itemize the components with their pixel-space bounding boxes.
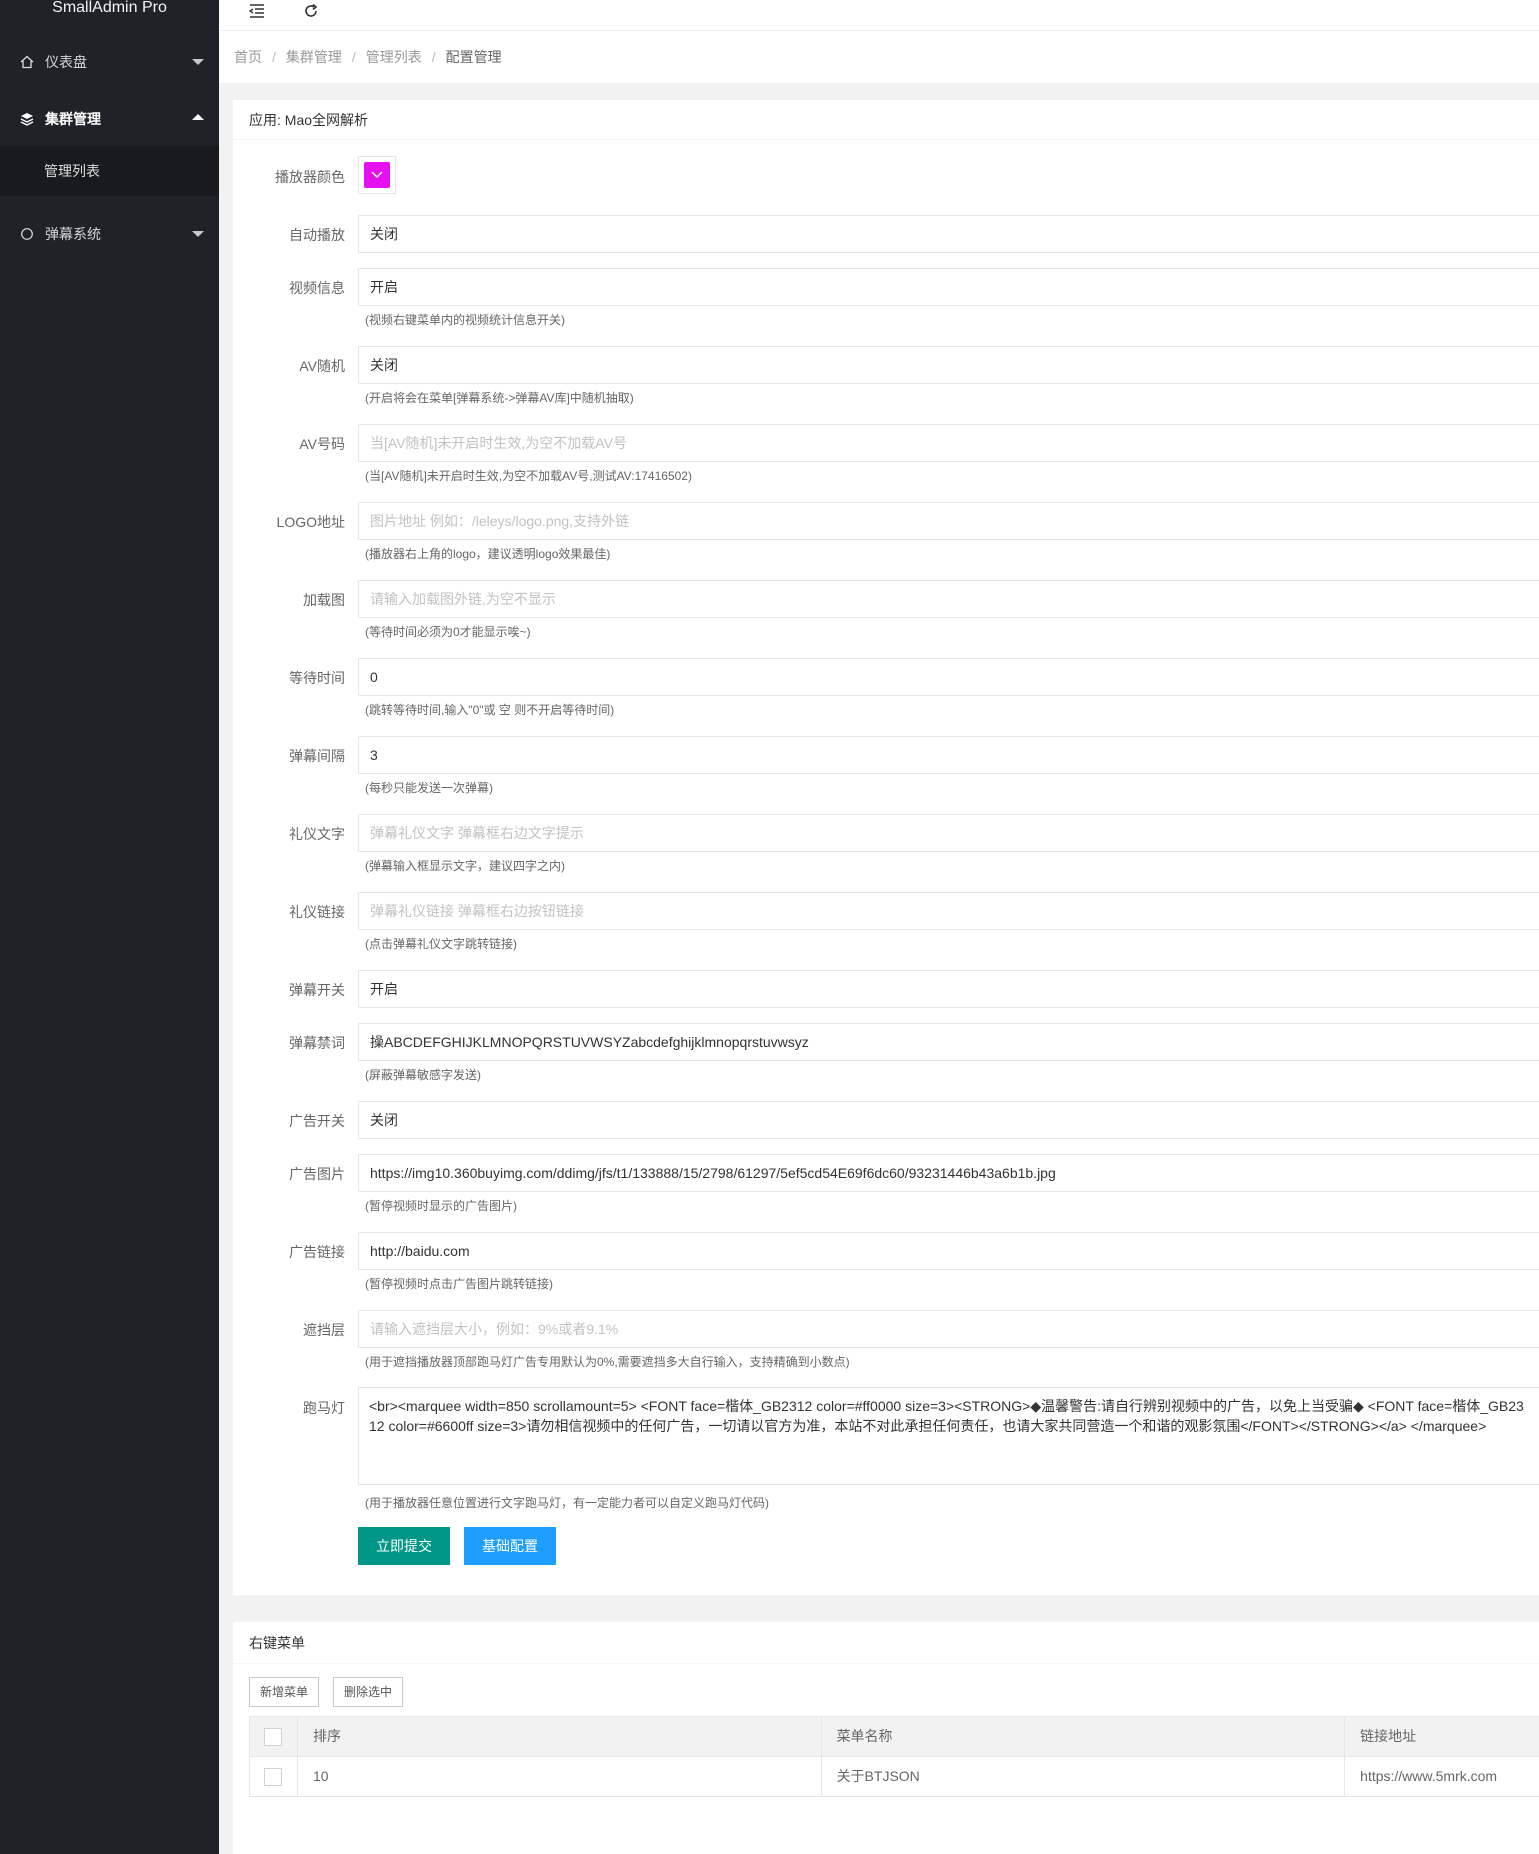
- gift-text-input[interactable]: [358, 814, 1539, 852]
- autoplay-select[interactable]: 关闭: [358, 215, 1539, 253]
- color-swatch: [364, 162, 390, 188]
- gift-text-label: 礼仪文字: [289, 826, 345, 842]
- gift-link-label: 礼仪链接: [289, 904, 345, 920]
- ad-link-tip: (暂停视频时点击广告图片跳转链接): [365, 1277, 553, 1291]
- video-info-label: 视频信息: [289, 280, 345, 296]
- loading-image-tip: (等待时间必须为0才能显示唉~): [365, 625, 531, 639]
- context-menu-title: 右键菜单: [233, 1622, 1539, 1664]
- table-row[interactable]: 10 关于BTJSON https://www.5mrk.com: [250, 1757, 1539, 1797]
- cell-url: https://www.5mrk.com: [1360, 1768, 1498, 1784]
- av-random-select[interactable]: 关闭: [358, 346, 1539, 384]
- sidebar-item-label: 集群管理: [45, 111, 101, 127]
- breadcrumb-home[interactable]: 首页: [234, 47, 262, 67]
- autoplay-label: 自动播放: [289, 227, 345, 243]
- breadcrumb-cluster[interactable]: 集群管理: [286, 47, 342, 67]
- chevron-down-icon: [371, 171, 383, 178]
- gift-link-tip: (点击弹幕礼仪文字跳转链接): [365, 937, 517, 951]
- danmaku-switch-label: 弹幕开关: [289, 982, 345, 998]
- sidebar: SmallAdmin Pro 仪表盘 集群管理 管理列表 弹幕系统: [0, 0, 219, 1854]
- danmaku-interval-label: 弹幕间隔: [289, 748, 345, 764]
- av-number-tip: (当[AV随机]未开启时生效,为空不加载AV号,测试AV:17416502): [365, 469, 692, 483]
- mask-input[interactable]: [358, 1310, 1539, 1348]
- av-random-label: AV随机: [299, 358, 345, 374]
- sidebar-item-label: 弹幕系统: [45, 226, 101, 242]
- gift-text-tip: (弹幕输入框显示文字，建议四字之内): [365, 859, 565, 873]
- color-picker[interactable]: [358, 156, 396, 194]
- breadcrumb-separator: /: [351, 49, 356, 65]
- breadcrumb-manage-list[interactable]: 管理列表: [366, 47, 422, 67]
- wait-time-tip: (跳转等待时间,输入"0"或 空 则不开启等待时间): [365, 703, 615, 717]
- sidebar-item-label: 仪表盘: [45, 54, 87, 70]
- danmaku-interval-input[interactable]: [358, 736, 1539, 774]
- context-menu-table: 排序 菜单名称 链接地址 10 关于BTJSON https://www.5mr…: [249, 1716, 1539, 1797]
- player-color-label: 播放器颜色: [275, 169, 345, 185]
- circle-icon: [19, 226, 35, 242]
- video-info-tip: (视频右键菜单内的视频统计信息开关): [365, 313, 565, 327]
- ad-switch-label: 广告开关: [289, 1113, 345, 1129]
- ad-link-label: 广告链接: [289, 1244, 345, 1260]
- sidebar-item-cluster[interactable]: 集群管理: [0, 92, 219, 146]
- danmaku-switch-select[interactable]: 开启: [358, 970, 1539, 1008]
- sidebar-subitem-manage-list[interactable]: 管理列表: [0, 146, 219, 196]
- ad-image-input[interactable]: [358, 1154, 1539, 1192]
- breadcrumb-current: 配置管理: [445, 49, 502, 65]
- breadcrumb-separator: /: [431, 49, 436, 65]
- danmaku-interval-tip: (每秒只能发送一次弹幕): [365, 781, 493, 795]
- chevron-down-icon: [192, 231, 204, 237]
- marquee-textarea[interactable]: <br><marquee width=850 scrollamount=5> <…: [358, 1387, 1539, 1485]
- breadcrumb-separator: /: [272, 49, 276, 65]
- table-header-row: 排序 菜单名称 链接地址: [250, 1717, 1539, 1757]
- banned-words-tip: (屏蔽弹幕敏感字发送): [365, 1068, 481, 1082]
- cell-order: 10: [298, 1757, 822, 1796]
- basic-config-button[interactable]: 基础配置: [464, 1527, 556, 1565]
- cell-name: 关于BTJSON: [822, 1757, 1346, 1796]
- ad-link-input[interactable]: [358, 1232, 1539, 1270]
- video-info-select[interactable]: 开启: [358, 268, 1539, 306]
- menu-fold-icon[interactable]: [247, 0, 267, 22]
- submit-button[interactable]: 立即提交: [358, 1527, 450, 1565]
- row-checkbox[interactable]: [264, 1767, 283, 1786]
- select-all-checkbox[interactable]: [264, 1727, 283, 1746]
- app-logo: SmallAdmin Pro: [52, 0, 167, 16]
- ad-image-tip: (暂停视频时显示的广告图片): [365, 1199, 517, 1213]
- banned-words-label: 弹幕禁词: [289, 1035, 345, 1051]
- marquee-tip: (用于播放器任意位置进行文字跑马灯，有一定能力者可以自定义跑马灯代码): [365, 1496, 769, 1510]
- av-number-input[interactable]: [358, 424, 1539, 462]
- wait-time-input[interactable]: [358, 658, 1539, 696]
- logo-url-input[interactable]: [358, 502, 1539, 540]
- chevron-down-icon: [192, 59, 204, 65]
- chevron-up-icon: [192, 114, 204, 120]
- row-select-cell: [250, 1757, 298, 1796]
- home-icon: [19, 54, 35, 70]
- column-header-order[interactable]: 排序: [298, 1717, 822, 1756]
- refresh-icon[interactable]: [301, 0, 321, 22]
- add-menu-button[interactable]: 新增菜单: [249, 1677, 320, 1707]
- logo-label: LOGO地址: [276, 514, 345, 530]
- layers-icon: [19, 111, 35, 127]
- ad-image-label: 广告图片: [289, 1166, 345, 1182]
- column-header-url[interactable]: 链接地址: [1345, 1717, 1539, 1756]
- sidebar-item-dashboard[interactable]: 仪表盘: [0, 35, 219, 89]
- av-random-tip: (开启将会在菜单[弹幕系统->弹幕AV库]中随机抽取): [365, 391, 634, 405]
- gift-link-input[interactable]: [358, 892, 1539, 930]
- delete-selected-button[interactable]: 删除选中: [333, 1677, 404, 1707]
- banned-words-input[interactable]: [358, 1023, 1539, 1061]
- select-all-cell: [250, 1717, 298, 1756]
- breadcrumb: 首页 / 集群管理 / 管理列表 / 配置管理: [219, 30, 1539, 84]
- loading-image-label: 加载图: [303, 592, 345, 608]
- top-header: [219, 0, 1539, 30]
- av-number-label: AV号码: [299, 436, 345, 452]
- card-title: 应用: Mao全网解析: [233, 100, 1539, 140]
- sidebar-item-danmaku[interactable]: 弹幕系统: [0, 207, 219, 261]
- logo-tip: (播放器右上角的logo，建议透明logo效果最佳): [365, 547, 611, 561]
- wait-time-label: 等待时间: [289, 670, 345, 686]
- ad-switch-select[interactable]: 关闭: [358, 1101, 1539, 1139]
- marquee-label: 跑马灯: [303, 1400, 345, 1416]
- loading-image-input[interactable]: [358, 580, 1539, 618]
- sidebar-submenu: 管理列表: [0, 146, 219, 196]
- mask-label: 遮挡层: [303, 1322, 345, 1338]
- column-header-name[interactable]: 菜单名称: [822, 1717, 1346, 1756]
- mask-tip: (用于遮挡播放器顶部跑马灯广告专用默认为0%,需要遮挡多大自行输入，支持精确到小…: [365, 1355, 850, 1369]
